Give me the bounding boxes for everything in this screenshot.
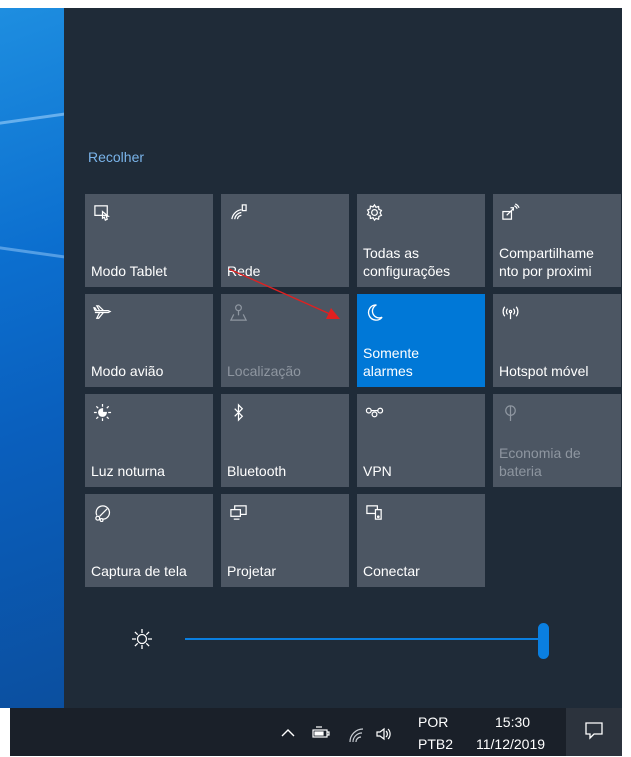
moon-icon bbox=[364, 302, 384, 322]
vpn-icon bbox=[364, 402, 384, 422]
tile-mobile-hotspot[interactable]: Hotspot móvel bbox=[493, 294, 621, 387]
wallpaper-ray bbox=[0, 107, 64, 128]
tile-bluetooth[interactable]: Bluetooth bbox=[221, 394, 349, 487]
battery-saver-icon bbox=[500, 402, 520, 422]
tile-location[interactable]: Localização bbox=[221, 294, 349, 387]
desktop-wallpaper bbox=[0, 8, 64, 708]
tile-label: Compartilhame nto por proximi bbox=[499, 244, 619, 280]
tile-label: Conectar bbox=[363, 563, 420, 579]
clock-date[interactable]: 11/12/2019 bbox=[476, 736, 545, 752]
collapse-link[interactable]: Recolher bbox=[88, 149, 144, 165]
tile-connect[interactable]: Conectar bbox=[357, 494, 485, 587]
tile-label-line: configurações bbox=[363, 263, 451, 279]
airplane-icon bbox=[92, 302, 112, 322]
brightness-slider-track[interactable] bbox=[185, 638, 543, 640]
tile-airplane-mode[interactable]: Modo avião bbox=[85, 294, 213, 387]
tile-label-line: Economia de bbox=[499, 445, 581, 461]
show-hidden-icons-chevron-icon[interactable] bbox=[279, 724, 297, 745]
tile-label-line: nto por proximi bbox=[499, 263, 592, 279]
tile-label-line: Compartilhame bbox=[499, 245, 594, 261]
tile-label: Modo Tablet bbox=[91, 263, 168, 279]
tile-nearby-sharing[interactable]: Compartilhame nto por proximi bbox=[493, 194, 621, 287]
tile-label: Bluetooth bbox=[227, 463, 287, 479]
language-indicator-bottom[interactable]: PTB2 bbox=[418, 736, 453, 752]
tile-label-line: Todas as bbox=[363, 245, 420, 261]
tile-screen-snip[interactable]: Captura de tela bbox=[85, 494, 213, 587]
wallpaper-ray bbox=[0, 243, 64, 264]
tile-tablet-mode[interactable]: Modo Tablet bbox=[85, 194, 213, 287]
tile-label: Modo avião bbox=[91, 363, 164, 379]
tile-night-light[interactable]: Luz noturna bbox=[85, 394, 213, 487]
tile-label: Economia de bateria bbox=[499, 444, 619, 480]
tile-all-settings[interactable]: Todas as configurações bbox=[357, 194, 485, 287]
tile-network[interactable]: Rede bbox=[221, 194, 349, 287]
volume-icon[interactable] bbox=[375, 725, 393, 746]
notifications-button[interactable] bbox=[566, 708, 622, 756]
tile-label: Rede bbox=[227, 263, 261, 279]
tile-label: Luz noturna bbox=[91, 463, 165, 479]
wifi-network-icon[interactable] bbox=[348, 726, 366, 747]
tile-focus-assist[interactable]: Somente alarmes bbox=[357, 294, 485, 387]
tile-label: Projetar bbox=[227, 563, 277, 579]
language-indicator-top[interactable]: POR bbox=[418, 714, 448, 730]
tile-project[interactable]: Projetar bbox=[221, 494, 349, 587]
tile-label: VPN bbox=[363, 463, 392, 479]
battery-icon[interactable] bbox=[312, 724, 330, 745]
tile-vpn[interactable]: VPN bbox=[357, 394, 485, 487]
night-light-icon bbox=[92, 402, 112, 422]
gear-icon bbox=[364, 202, 384, 222]
bluetooth-icon bbox=[228, 402, 248, 422]
tile-label: Hotspot móvel bbox=[499, 363, 589, 379]
hotspot-icon bbox=[500, 302, 520, 322]
connect-icon bbox=[364, 502, 384, 522]
tile-label-line: bateria bbox=[499, 463, 542, 479]
brightness-slider-thumb[interactable] bbox=[538, 623, 549, 659]
tile-label-line: Somente bbox=[363, 345, 420, 361]
network-icon bbox=[228, 202, 248, 222]
tile-label: Todas as configurações bbox=[363, 244, 483, 280]
brightness-icon bbox=[130, 627, 154, 651]
share-icon bbox=[500, 202, 520, 222]
screen-snip-icon bbox=[92, 502, 112, 522]
tablet-icon bbox=[92, 202, 112, 222]
notification-icon bbox=[584, 720, 604, 745]
clock-time[interactable]: 15:30 bbox=[495, 714, 530, 730]
location-icon bbox=[228, 302, 248, 322]
tile-label: Localização bbox=[227, 363, 301, 379]
tile-label: Captura de tela bbox=[91, 563, 187, 579]
project-icon bbox=[228, 502, 248, 522]
tile-label-line: alarmes bbox=[363, 363, 413, 379]
tile-label: Somente alarmes bbox=[363, 344, 483, 380]
tile-battery-saver[interactable]: Economia de bateria bbox=[493, 394, 621, 487]
